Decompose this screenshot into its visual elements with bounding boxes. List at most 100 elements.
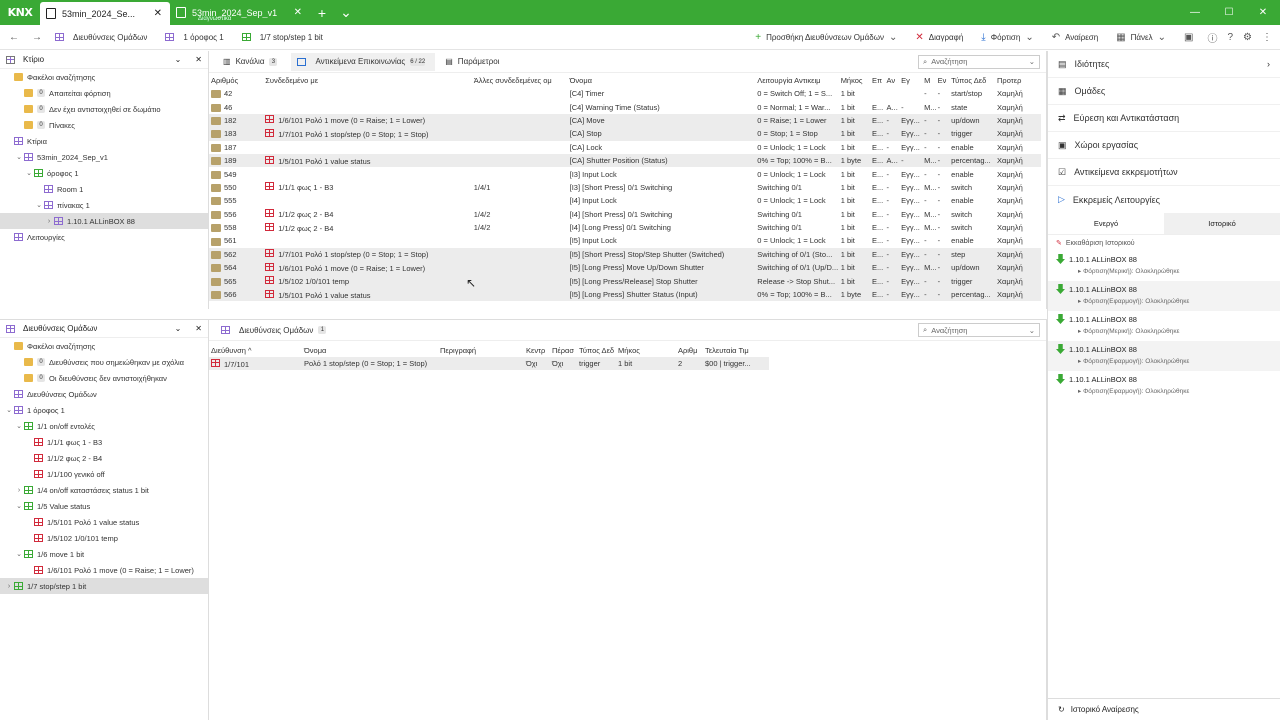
new-tab-button[interactable]: + (310, 0, 334, 25)
history-item[interactable]: 1.10.1 ALLinBOX 88 ▸ Φόρτιση(Εφαρμογή): Ο… (1048, 341, 1280, 371)
column-header[interactable]: Προτερ (995, 73, 1041, 87)
tree-item[interactable]: › 1/7 stop/step 1 bit (0, 578, 208, 594)
column-header[interactable]: Αριθμ (676, 343, 703, 357)
ga-search-input[interactable]: ⌕ Αναζήτηση ⌄ (918, 323, 1040, 337)
table-row[interactable]: 550 1/1/1 φως 1 - B3 1/4/1 [I3] [Short Pres… (209, 181, 1041, 194)
chevron-down-icon[interactable]: ⌄ (14, 153, 24, 161)
column-header[interactable]: Διεύθυνση ^ (209, 343, 302, 357)
chevron-right-icon[interactable]: › (1267, 59, 1270, 69)
tree-item[interactable]: 0 Απαιτείται φόρτιση (0, 85, 208, 101)
column-header[interactable]: Τελευταία Τιμ (703, 343, 769, 357)
table-row[interactable]: 558 1/1/2 φως 2 - B4 1/4/2 [I4] [Long Press… (209, 221, 1041, 234)
chevron-right-icon[interactable]: › (14, 487, 24, 494)
history-item[interactable]: 1.10.1 ALLinBOX 88 ▸ Φόρτιση(Μερική): Ολο… (1048, 311, 1280, 341)
tree-item[interactable]: 0 Πίνακες (0, 117, 208, 133)
tree-item[interactable]: 0 Οι διευθύνσεις δεν αντιστοιχήθηκαν (0, 370, 208, 386)
tree-item[interactable]: 1/1/1 φως 1 - B3 (0, 434, 208, 450)
table-row[interactable]: 561 [I5] Input Lock 0 = Unlock; 1 = Lock 1 … (209, 234, 1041, 247)
more-button[interactable]: ⋮ (1257, 32, 1280, 43)
table-row[interactable]: 187 [CA] Lock 0 = Unlock; 1 = Lock 1 bit E..… (209, 141, 1041, 154)
column-header[interactable]: Συνδεδεμένο με (263, 73, 472, 87)
help-button[interactable]: ? (1222, 32, 1238, 43)
tree-item[interactable]: ⌄ 1/6 move 1 bit (0, 546, 208, 562)
tree-item[interactable]: 1/1/100 γενικό off (0, 466, 208, 482)
download-button[interactable]: ⤓ Φόρτιση ⌄ (972, 32, 1042, 43)
todo-items-item[interactable]: ☑ Αντικείμενα εκκρεμοτήτων (1048, 159, 1280, 186)
tab-comm-objects[interactable]: Αντικείμενα Επικοινωνίας 6 / 22 (291, 52, 436, 71)
clear-history-button[interactable]: ✎ Εκκαθάριση Ιστορικού (1048, 235, 1280, 251)
chevron-down-icon[interactable]: ⌄ (34, 201, 44, 209)
maximize-button[interactable]: ☐ (1212, 0, 1246, 25)
groups-item[interactable]: ▦ Ομάδες (1048, 78, 1280, 105)
column-header[interactable]: Επ (870, 73, 885, 87)
column-header[interactable]: Αν (885, 73, 900, 87)
column-header[interactable]: Κεντρ (524, 343, 550, 357)
info-button[interactable]: ⓘ (1202, 30, 1222, 45)
tree-item[interactable]: Φακέλοι αναζήτησης (0, 69, 208, 85)
column-header[interactable]: Περιγραφή (438, 343, 524, 357)
table-row[interactable]: 42 [C4] Timer 0 = Switch Off; 1 = S... 1 bi… (209, 87, 1041, 100)
table-row[interactable]: 46 [C4] Warning Time (Status) 0 = Normal; … (209, 100, 1041, 113)
forward-button[interactable]: → (28, 32, 46, 43)
tree-item[interactable]: ⌄ 1/1 on/off εντολές (0, 418, 208, 434)
tree-item[interactable]: 1/5/101 Ρολό 1 value status (0, 514, 208, 530)
tree-item[interactable]: › 1.10.1 ALLinBOX 88 (0, 213, 208, 229)
chevron-down-icon[interactable]: ⌄ (14, 502, 24, 510)
column-header[interactable]: Αριθμός (209, 73, 263, 87)
table-row[interactable]: 562 1/7/101 Ρολό 1 stop/step (0 = Stop; 1… (209, 247, 1041, 262)
column-header[interactable]: Άλλες συνδεδεμένες ομ (472, 73, 568, 87)
pending-operations-item[interactable]: ▷ Εκκρεμείς Λειτουργίες (1048, 186, 1280, 213)
table-row[interactable]: 183 1/7/101 Ρολό 1 stop/step (0 = Stop; 1… (209, 127, 1041, 141)
undo-history-footer[interactable]: ↻ Ιστορικό Αναίρεσης (1048, 698, 1280, 720)
tab-project-1[interactable]: 53min_2024_Se... ✕ (40, 2, 170, 25)
undo-button[interactable]: ↶ Αναίρεση (1043, 32, 1108, 43)
tree-item[interactable]: ⌄ 53min_2024_Sep_v1 (0, 149, 208, 165)
minimize-button[interactable]: — (1178, 0, 1212, 25)
report-button[interactable]: ▣ (1175, 32, 1202, 43)
tree-item[interactable]: ⌄ 1/5 Value status (0, 498, 208, 514)
tab-active[interactable]: Ενεργό (1048, 213, 1164, 234)
tab-project-2[interactable]: 53min_2024_Sep_v1 Διαγνωστικά ✕ (170, 0, 310, 25)
breadcrumb-floor[interactable]: 1 όροφος 1 (156, 33, 232, 42)
column-header[interactable]: Μ (922, 73, 936, 87)
panels-button[interactable]: ▦ Πάνελ ⌄ (1107, 32, 1175, 43)
tree-item[interactable]: Room 1 (0, 181, 208, 197)
tree-item[interactable]: 0 Διευθύνσεις που σημειώθηκαν με σχόλια (0, 354, 208, 370)
tree-item[interactable]: Διευθύνσεις Ομάδων (0, 386, 208, 402)
tree-item[interactable]: 1/6/101 Ρολό 1 move (0 = Raise; 1 = Lowe… (0, 562, 208, 578)
workspaces-item[interactable]: ▣ Χώροι εργασίας (1048, 132, 1280, 159)
table-row[interactable]: 556 1/1/2 φως 2 - B4 1/4/2 [I4] [Short Pres… (209, 208, 1041, 221)
close-icon[interactable]: ✕ (154, 8, 162, 19)
table-row[interactable]: 564 1/6/101 Ρολό 1 move (0 = Raise; 1 = L… (209, 261, 1041, 275)
column-header[interactable]: Εγ (899, 73, 922, 87)
breadcrumb-stopstep[interactable]: 1/7 stop/step 1 bit (233, 33, 332, 42)
history-item[interactable]: 1.10.1 ALLinBOX 88 ▸ Φόρτιση(Εφαρμογή): Ο… (1048, 371, 1280, 401)
chevron-down-icon[interactable]: ⌄ (24, 169, 34, 177)
chevron-right-icon[interactable]: › (44, 218, 54, 225)
tab-channels[interactable]: ▥ Κανάλια 3 (217, 57, 287, 66)
column-header[interactable]: Μήκος (616, 343, 676, 357)
find-replace-item[interactable]: ⇄ Εύρεση και Αντικατάσταση (1048, 105, 1280, 132)
chevron-down-icon[interactable]: ⌄ (14, 422, 24, 430)
table-row[interactable]: 189 1/5/101 Ρολό 1 value status [CA] Shutt… (209, 153, 1041, 168)
chevron-down-icon[interactable]: ⌄ (14, 550, 24, 558)
tree-item[interactable]: ⌄ πίνακας 1 (0, 197, 208, 213)
table-row[interactable]: 566 1/5/101 Ρολό 1 value status [I5] [Long… (209, 287, 1041, 302)
column-header[interactable]: Όνομα (302, 343, 438, 357)
close-window-button[interactable]: ✕ (1246, 0, 1280, 25)
tree-item[interactable]: 1/1/2 φως 2 - B4 (0, 450, 208, 466)
table-row[interactable]: 1/7/101 Ρολό 1 stop/step (0 = Stop; 1 = S… (209, 357, 769, 371)
column-header[interactable]: Εν (936, 73, 950, 87)
column-header[interactable]: Μήκος (839, 73, 870, 87)
settings-button[interactable]: ⚙ (1238, 32, 1257, 43)
tree-item[interactable]: › 1/4 on/off καταστάσεις status 1 bit (0, 482, 208, 498)
close-icon[interactable]: ✕ (195, 55, 202, 64)
co-search-input[interactable]: ⌕ Αναζήτηση ⌄ (918, 54, 1040, 69)
tab-history[interactable]: Ιστορικό (1164, 213, 1280, 234)
tree-item[interactable]: 1/5/102 1/0/101 temp (0, 530, 208, 546)
column-header[interactable]: Όνομα (568, 73, 756, 87)
chevron-right-icon[interactable]: › (4, 583, 14, 590)
chevron-down-icon[interactable]: ⌄ (175, 324, 182, 333)
table-row[interactable]: 182 1/6/101 Ρολό 1 move (0 = Raise; 1 = L… (209, 113, 1041, 128)
tree-item[interactable]: Κτίρια (0, 133, 208, 149)
